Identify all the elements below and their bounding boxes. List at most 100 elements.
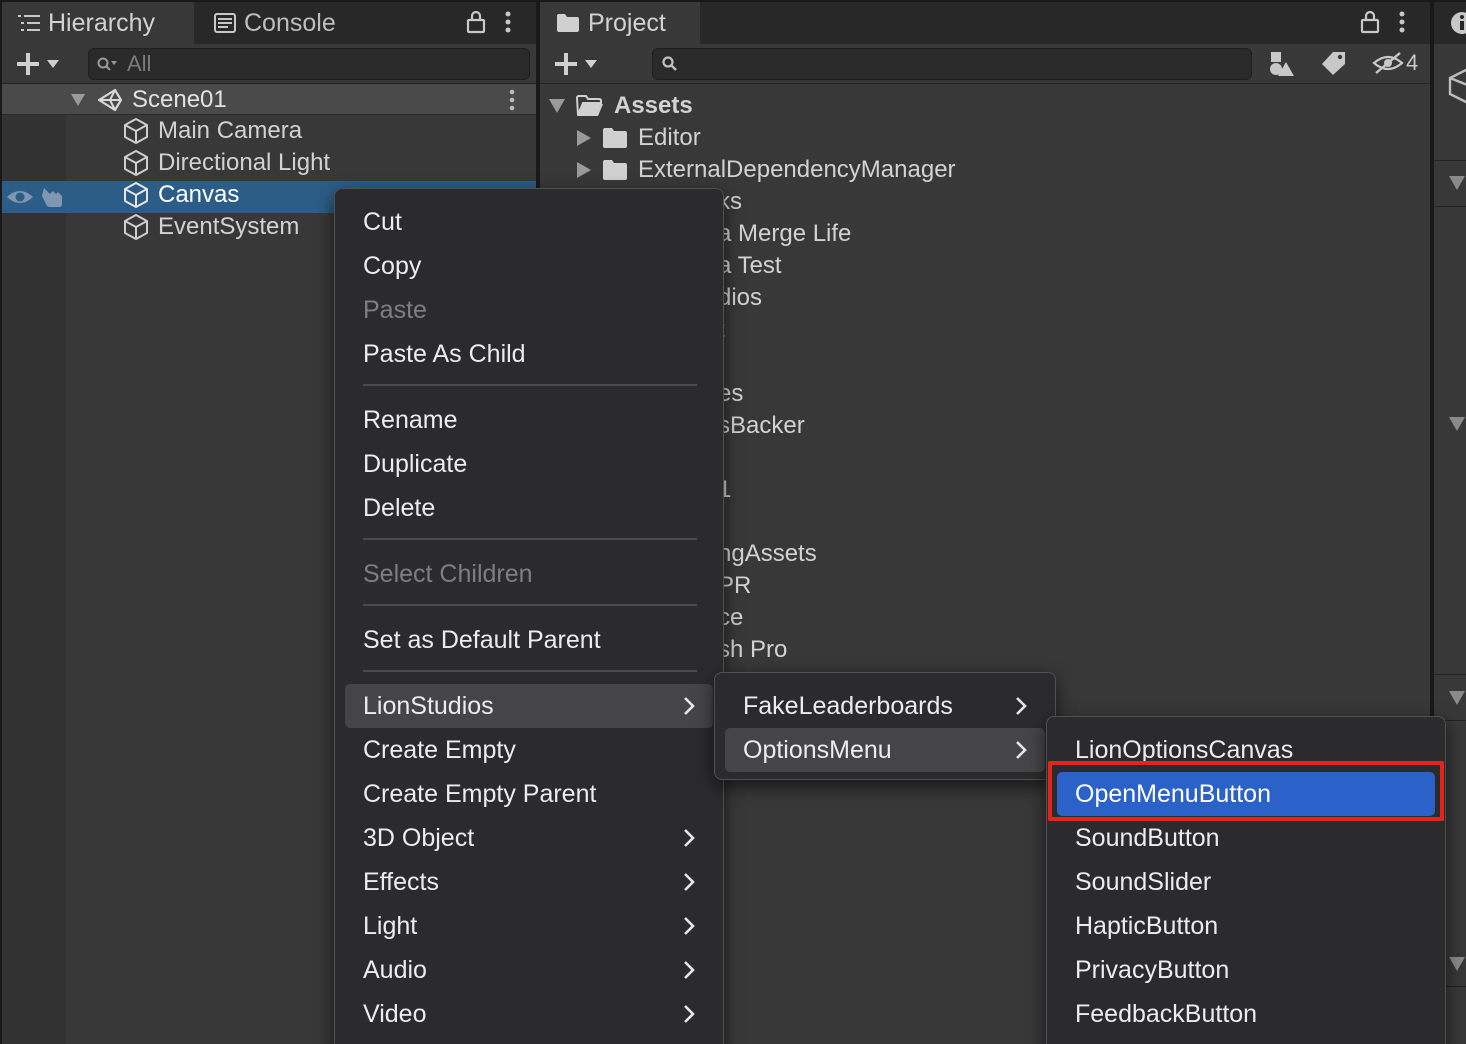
menu-item-video[interactable]: Video: [345, 992, 713, 1036]
project-folder-partial[interactable]: ngAssets: [718, 538, 817, 570]
project-toolbar: 4: [540, 44, 1430, 84]
gameobject-cube-icon: [122, 149, 150, 177]
hierarchy-search-input[interactable]: All: [88, 48, 530, 80]
info-icon: [1450, 11, 1466, 35]
filter-by-label-icon[interactable]: [1320, 51, 1346, 75]
project-folder-editor[interactable]: Editor: [576, 122, 701, 154]
menu-item-paste-as-child[interactable]: Paste As Child: [345, 332, 713, 376]
lock-icon[interactable]: [1360, 10, 1380, 34]
menu-item-create-empty-parent[interactable]: Create Empty Parent: [345, 772, 713, 816]
menu-item-create-empty[interactable]: Create Empty: [345, 728, 713, 772]
menu-item-label: Light: [363, 911, 418, 940]
project-search-input[interactable]: [652, 48, 1252, 80]
menu-item-effects[interactable]: Effects: [345, 860, 713, 904]
visibility-eye-icon[interactable]: [6, 187, 34, 207]
filter-by-type-icon[interactable]: [1268, 50, 1296, 76]
menu-item-rename[interactable]: Rename: [345, 398, 713, 442]
hierarchy-item-eventsystem[interactable]: EventSystem: [122, 211, 299, 243]
menu-item-soundslider[interactable]: SoundSlider: [1057, 860, 1435, 904]
pickable-hand-icon[interactable]: [40, 186, 64, 208]
menu-item-feedbackbutton[interactable]: FeedbackButton: [1057, 992, 1435, 1036]
menu-item-3d-object[interactable]: 3D Object: [345, 816, 713, 860]
chevron-right-icon: [683, 828, 695, 848]
tab-console-label: Console: [244, 8, 336, 37]
menu-item-lionoptionscanvas[interactable]: LionOptionsCanvas: [1057, 728, 1435, 772]
chevron-right-icon: [683, 960, 695, 980]
menu-item-label: Delete: [363, 493, 436, 522]
hidden-packages-count: 4: [1406, 50, 1419, 75]
scene-more-icon[interactable]: [508, 89, 516, 111]
chevron-right-icon: [1015, 696, 1027, 716]
tab-project[interactable]: Project: [540, 2, 700, 44]
collapsed-arrow-icon[interactable]: [576, 161, 592, 179]
foldout-arrow-icon[interactable]: [1448, 416, 1466, 432]
menu-item-duplicate[interactable]: Duplicate: [345, 442, 713, 486]
menu-item-label: Rename: [363, 405, 458, 434]
menu-item-openmenubutton[interactable]: OpenMenuButton: [1057, 772, 1435, 816]
list-icon: [18, 14, 40, 32]
menu-item-label: OptionsMenu: [743, 735, 892, 764]
hidden-packages-toggle[interactable]: 4: [1372, 50, 1418, 76]
visibility-gutter: [2, 84, 66, 1044]
add-object-button[interactable]: [16, 50, 60, 78]
hierarchy-item-directional-light[interactable]: Directional Light: [122, 147, 330, 179]
menu-item-label: LionOptionsCanvas: [1075, 735, 1294, 764]
project-root-assets[interactable]: Assets: [548, 90, 693, 122]
menu-item-hapticbutton[interactable]: HapticButton: [1057, 904, 1435, 948]
chevron-right-icon: [683, 916, 695, 936]
menu-item-fakeleaderboards[interactable]: FakeLeaderboards: [725, 684, 1045, 728]
menu-item-light[interactable]: Light: [345, 904, 713, 948]
menu-separator: [363, 384, 697, 386]
menu-item-label: Audio: [363, 955, 427, 984]
lock-icon[interactable]: [466, 10, 486, 34]
menu-item-label: SoundSlider: [1075, 867, 1212, 896]
menu-item-label: Effects: [363, 867, 439, 896]
hierarchy-item-main-camera[interactable]: Main Camera: [122, 115, 302, 147]
project-folder-partial[interactable]: a Merge Life: [718, 218, 851, 250]
menu-item-label: Video: [363, 999, 427, 1028]
menu-item-cut[interactable]: Cut: [345, 200, 713, 244]
expand-arrow-icon[interactable]: [70, 93, 86, 107]
chevron-right-icon: [1015, 740, 1027, 760]
tab-project-label: Project: [588, 8, 666, 37]
project-folder-partial[interactable]: sBacker: [718, 410, 805, 442]
tab-console[interactable]: Console: [198, 2, 398, 44]
tab-hierarchy[interactable]: Hierarchy: [2, 2, 194, 44]
more-vertical-icon[interactable]: [504, 10, 512, 34]
menu-item-label: Create Empty Parent: [363, 779, 597, 808]
menu-item-lionstudios[interactable]: LionStudios: [345, 684, 713, 728]
menu-item-label: HapticButton: [1075, 911, 1219, 940]
hierarchy-item-canvas[interactable]: Canvas: [122, 179, 239, 211]
scene-name: Scene01: [132, 86, 227, 113]
menu-item-optionsmenu[interactable]: OptionsMenu: [725, 728, 1045, 772]
menu-item-select-children: Select Children: [345, 552, 713, 596]
menu-item-audio[interactable]: Audio: [345, 948, 713, 992]
menu-item-privacybutton[interactable]: PrivacyButton: [1057, 948, 1435, 992]
project-folder-partial[interactable]: a Test: [718, 250, 782, 282]
collapsed-arrow-icon[interactable]: [576, 129, 592, 147]
project-folder-partial[interactable]: dios: [718, 282, 762, 314]
menu-item-delete[interactable]: Delete: [345, 486, 713, 530]
menu-item-label: Paste As Child: [363, 339, 526, 368]
menu-item-set-as-default-parent[interactable]: Set as Default Parent: [345, 618, 713, 662]
console-icon: [214, 13, 236, 33]
menu-item-paste: Paste: [345, 288, 713, 332]
eye-slash-icon: [1372, 51, 1404, 75]
search-icon: [661, 55, 679, 73]
foldout-arrow-icon[interactable]: [1448, 175, 1466, 191]
project-folder-externaldependencymanager[interactable]: ExternalDependencyManager: [576, 154, 956, 186]
more-vertical-icon[interactable]: [1398, 10, 1406, 34]
menu-item-label: Duplicate: [363, 449, 468, 478]
chevron-right-icon: [683, 696, 695, 716]
folder-label: ExternalDependencyManager: [638, 156, 956, 183]
project-folder-partial[interactable]: sh Pro: [718, 634, 787, 666]
hierarchy-item-label: Main Camera: [158, 117, 303, 144]
hierarchy-context-menu: Cut Copy Paste Paste As Child Rename Dup…: [334, 188, 724, 1044]
scene-header-row[interactable]: Scene01: [2, 84, 536, 115]
foldout-arrow-icon[interactable]: [1448, 690, 1466, 706]
create-asset-button[interactable]: [554, 50, 598, 78]
expand-arrow-icon[interactable]: [548, 98, 566, 114]
menu-item-soundbutton[interactable]: SoundButton: [1057, 816, 1435, 860]
menu-item-copy[interactable]: Copy: [345, 244, 713, 288]
foldout-arrow-icon[interactable]: [1448, 956, 1466, 972]
